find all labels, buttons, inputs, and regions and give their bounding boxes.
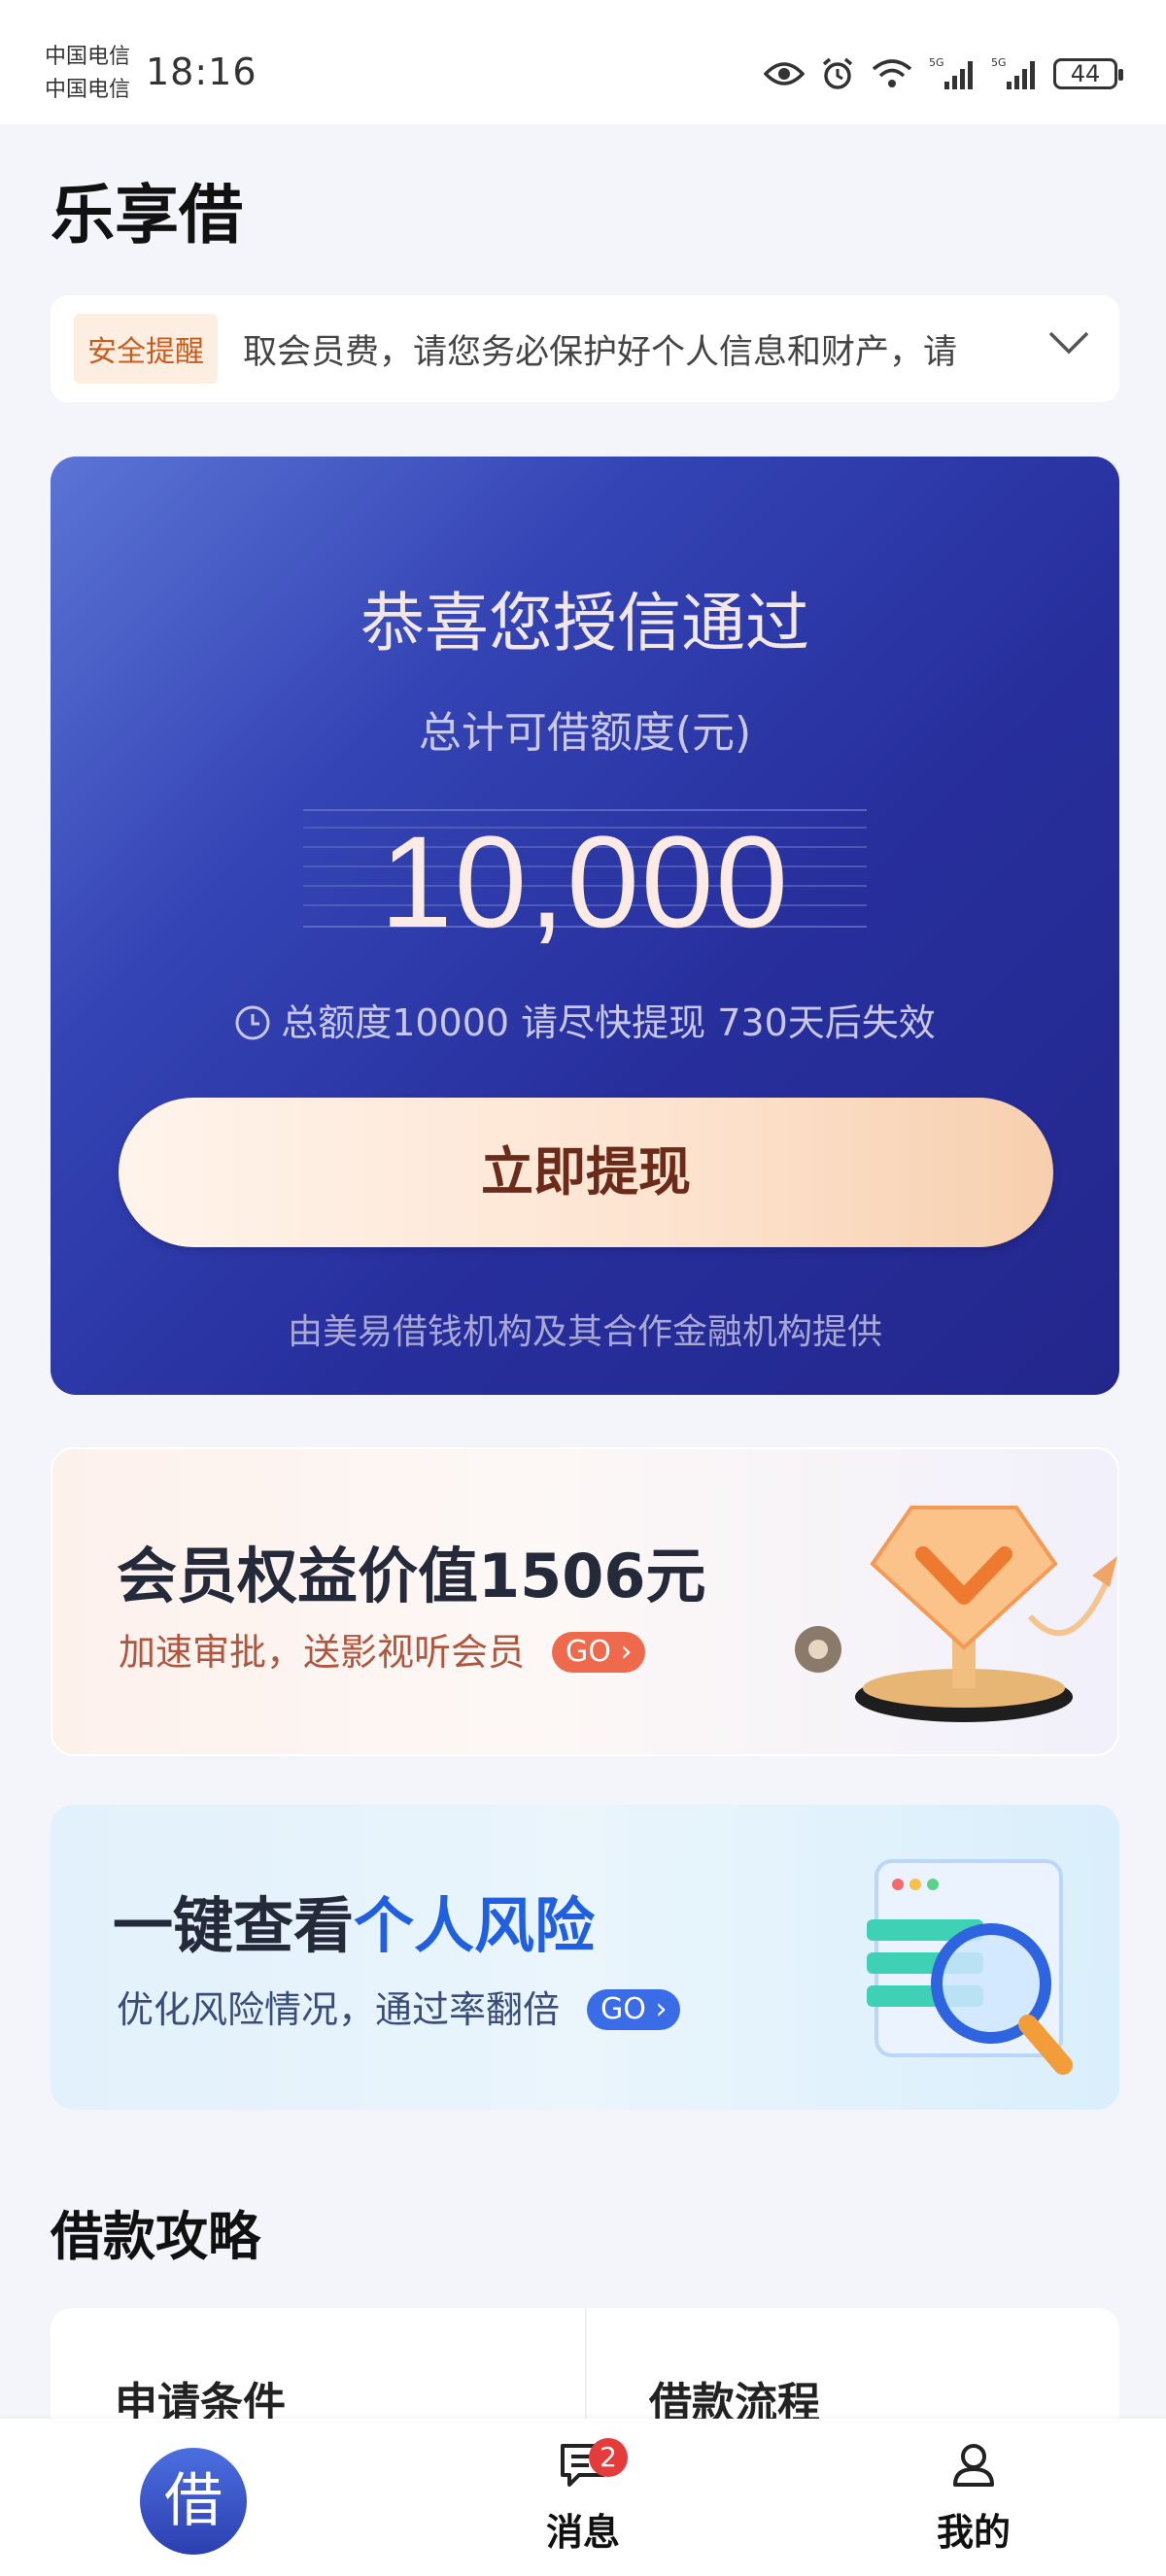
nav-messages[interactable]: 2 消息 bbox=[515, 2438, 651, 2556]
network-label-1: 5G bbox=[929, 56, 944, 69]
nav-mine-label: 我的 bbox=[936, 2511, 1011, 2554]
network-label-2: 5G bbox=[991, 56, 1007, 69]
bottom-nav: 借 2 消息 我的 bbox=[0, 2419, 1166, 2576]
magnifier-report-illustration bbox=[867, 1859, 1073, 2075]
nav-messages-label: 消息 bbox=[545, 2511, 620, 2554]
status-icons: 5G 5G 44 bbox=[764, 52, 1123, 95]
messages-badge: 2 bbox=[589, 2438, 628, 2477]
credit-limit-label: 总计可借额度(元) bbox=[418, 708, 752, 758]
go-label: GO bbox=[600, 1992, 646, 2026]
membership-go-button[interactable]: GO › bbox=[552, 1632, 646, 1673]
membership-benefits-card[interactable]: 会员权益价值1506元 加速审批，送影视听会员 GO › bbox=[51, 1447, 1119, 1756]
signal-icon-2: 5G bbox=[991, 56, 1038, 91]
carrier-info: 中国电信 中国电信 bbox=[45, 41, 130, 107]
page-title: 乐享借 bbox=[51, 178, 243, 253]
membership-title: 会员权益价值1506元 bbox=[117, 1541, 706, 1611]
risk-subtitle-row: 优化风险情况，通过率翻倍 GO › bbox=[117, 1980, 681, 2033]
expiry-text: 总额度10000 请尽快提现 730天后失效 bbox=[281, 1001, 936, 1044]
provider-note: 由美易借钱机构及其合作金融机构提供 bbox=[287, 1312, 882, 1352]
chevron-right-icon: › bbox=[655, 1992, 668, 2026]
risk-title: 一键查看个人风险 bbox=[113, 1877, 595, 1964]
credit-approval-card: 恭喜您授信通过 总计可借额度(元) 10,000 总额度10000 请尽快提现 … bbox=[51, 457, 1119, 1395]
expiry-note: 总额度10000 请尽快提现 730天后失效 bbox=[51, 993, 1119, 1050]
risk-title-prefix: 一键查看 bbox=[113, 1890, 355, 1961]
risk-title-highlight: 个人风险 bbox=[354, 1890, 596, 1961]
loan-guide-title: 借款攻略 bbox=[51, 2206, 260, 2267]
approval-heading: 恭喜您授信通过 bbox=[360, 586, 809, 661]
clock-icon bbox=[234, 1004, 271, 1050]
carrier-2: 中国电信 bbox=[45, 78, 131, 102]
signal-icon-1: 5G bbox=[929, 56, 976, 91]
chevron-down-icon[interactable] bbox=[1047, 330, 1090, 359]
wifi-icon bbox=[871, 57, 913, 90]
withdraw-now-button[interactable]: 立即提现 bbox=[119, 1098, 1053, 1247]
alarm-icon bbox=[820, 56, 855, 91]
personal-risk-card[interactable]: 一键查看个人风险 优化风险情况，通过率翻倍 GO › bbox=[51, 1805, 1119, 2110]
membership-subtitle-row: 加速审批，送影视听会员 GO › bbox=[119, 1622, 646, 1676]
eye-icon bbox=[764, 60, 805, 87]
go-label: GO bbox=[566, 1635, 611, 1669]
battery-indicator: 44 bbox=[1053, 58, 1123, 89]
status-bar: 中国电信 中国电信 18:16 5G 5G 44 bbox=[0, 0, 1166, 124]
risk-subtitle: 优化风险情况，通过率翻倍 bbox=[117, 1988, 561, 2031]
membership-subtitle: 加速审批，送影视听会员 bbox=[119, 1631, 526, 1674]
credit-amount-block: 10,000 bbox=[303, 802, 867, 955]
security-text: 取会员费，请您务必保护好个人信息和财产，请 bbox=[243, 332, 958, 372]
security-banner[interactable]: 安全提醒 取会员费，请您务必保护好个人信息和财产，请 bbox=[51, 295, 1119, 402]
chevron-right-icon: › bbox=[620, 1635, 633, 1669]
security-tag: 安全提醒 bbox=[74, 314, 218, 384]
nav-mine[interactable]: 我的 bbox=[906, 2442, 1042, 2556]
vip-badge-illustration bbox=[795, 1506, 1117, 1722]
status-time: 18:16 bbox=[146, 51, 257, 93]
user-icon bbox=[950, 2442, 997, 2492]
credit-amount: 10,000 bbox=[380, 810, 790, 955]
risk-go-button[interactable]: GO › bbox=[587, 1989, 681, 2030]
carrier-1: 中国电信 bbox=[45, 45, 131, 69]
nav-borrow-button[interactable]: 借 bbox=[140, 2448, 247, 2555]
